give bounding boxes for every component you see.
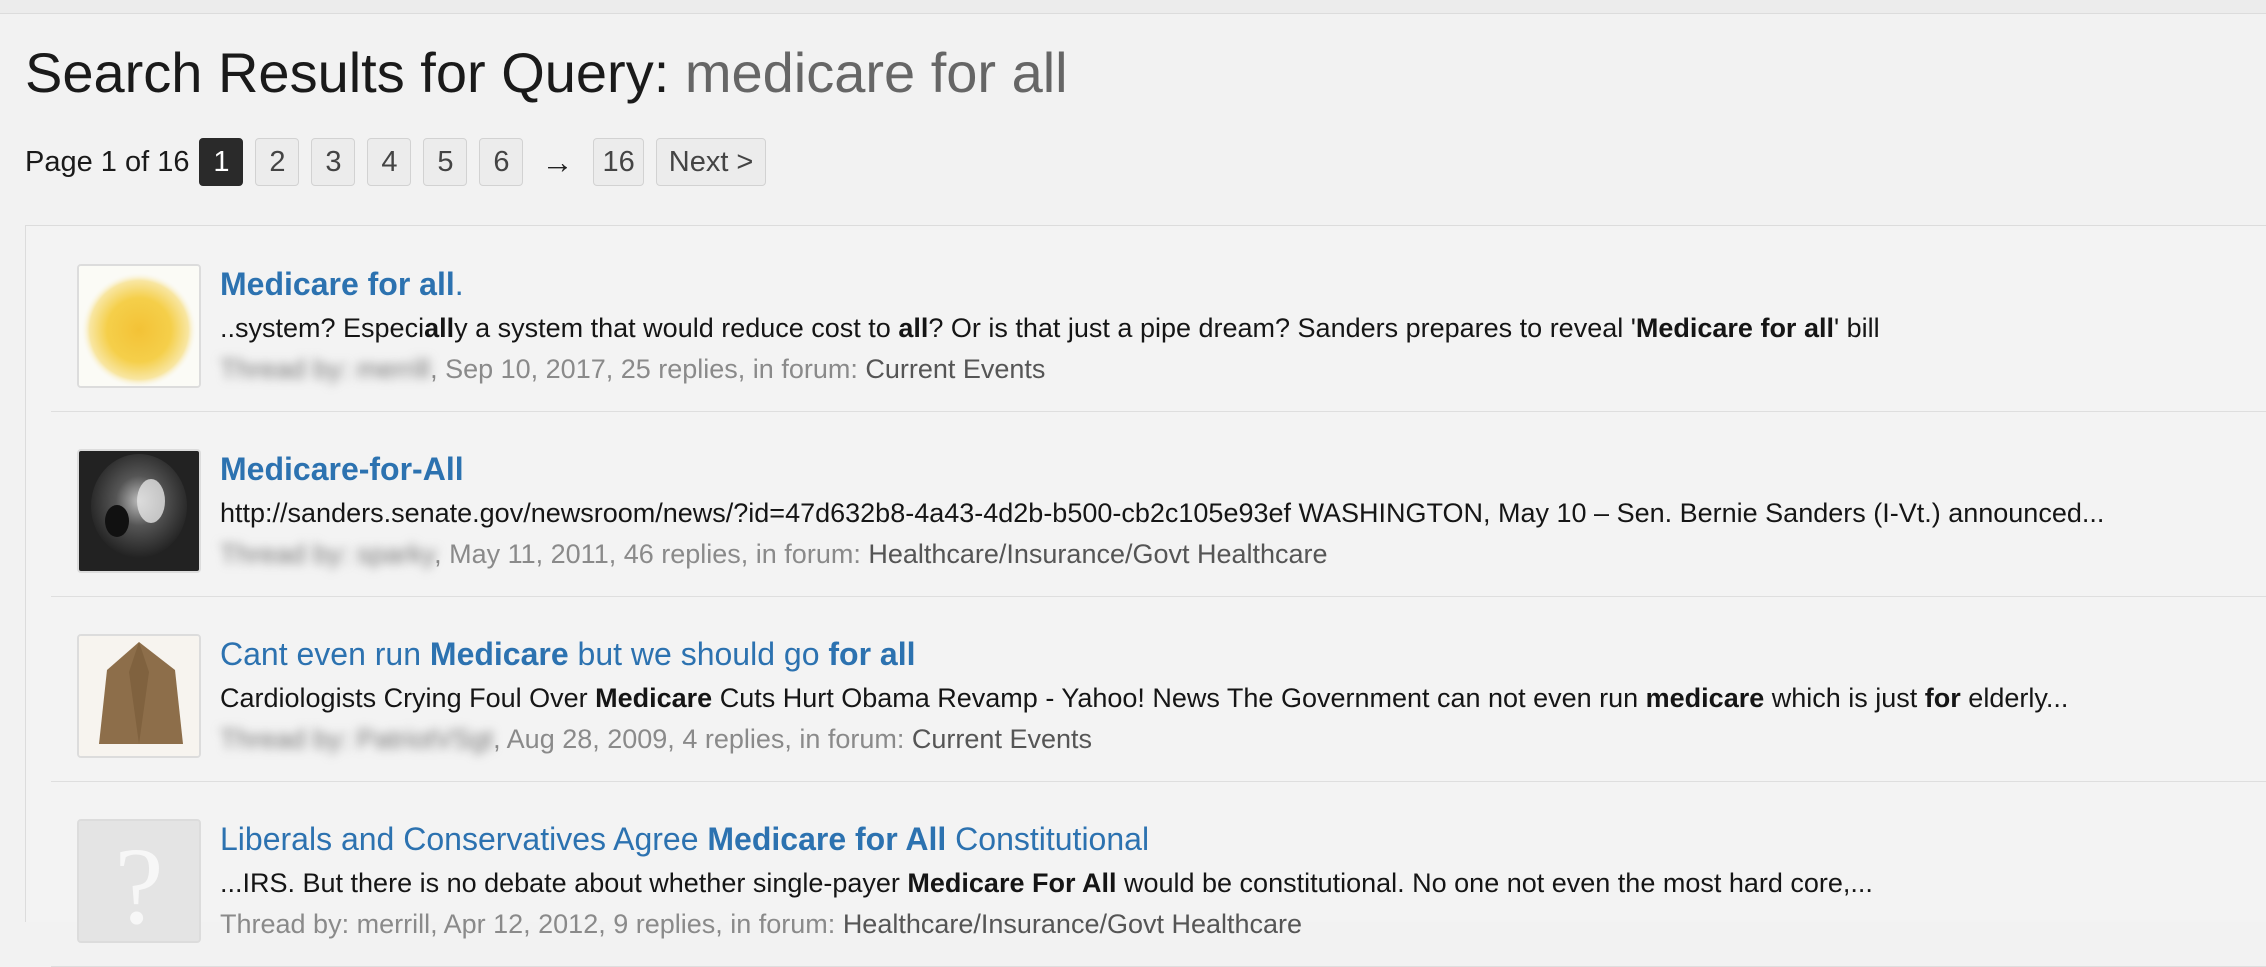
search-query: medicare for all [684, 41, 1068, 104]
page-link-6[interactable]: 6 [479, 138, 524, 186]
snippet-part: http://sanders.senate.gov/newsroom/news/… [220, 498, 2105, 528]
result-item: ? Liberals and Conservatives Agree Medic… [51, 781, 2266, 967]
snippet-part: which is just [1764, 683, 1925, 713]
result-snippet: Cardiologists Crying Foul Over Medicare … [220, 680, 2068, 716]
forum-link[interactable]: Current Events [865, 354, 1045, 384]
result-meta: Thread by: sparky, May 11, 2011, 46 repl… [220, 536, 1328, 572]
title-part: Cant even run [220, 636, 430, 672]
forum-link[interactable]: Current Events [912, 724, 1092, 754]
snippet-part: elderly... [1960, 683, 2069, 713]
result-item: Medicare-for-All http://sanders.senate.g… [51, 411, 2266, 597]
snippet-part: ' bill [1833, 313, 1880, 343]
meta-details: , Sep 10, 2017, 25 replies, in forum: [430, 354, 866, 384]
meta-prefix: Thread by: [220, 724, 357, 754]
author-link[interactable]: sparky [357, 539, 435, 569]
question-mark-icon: ? [115, 825, 164, 941]
snippet-part: all [898, 313, 929, 343]
title-part: Liberals and Conservatives Agree [220, 821, 708, 857]
result-meta: Thread by: PatriotVSgt, Aug 28, 2009, 4 … [220, 721, 1092, 757]
avatar[interactable]: ? [77, 819, 201, 943]
title-part: Medicare for all [220, 266, 455, 302]
author-link[interactable]: PatriotVSgt [357, 724, 494, 754]
meta-prefix: Thread by: [220, 909, 357, 939]
author-link[interactable]: merrill [357, 909, 431, 939]
result-item: Cant even run Medicare but we should go … [51, 596, 2266, 782]
snippet-part: Medicare For All [907, 868, 1117, 898]
snippet-part: Cuts Hurt Obama Revamp - Yahoo! News The… [712, 683, 1646, 713]
snippet-part: ? Or is that just a pipe dream? Sanders … [928, 313, 1636, 343]
snippet-part: for [1924, 683, 1961, 713]
results-list: Medicare for all. ..system? Especially a… [25, 225, 2266, 967]
page-link-2[interactable]: 2 [255, 138, 300, 186]
meta-prefix: Thread by: [220, 354, 357, 384]
snippet-part: Cardiologists Crying Foul Over [220, 683, 596, 713]
title-part: Medicare for All [707, 821, 947, 857]
top-bar [0, 0, 2266, 14]
snippet-part: y a system that would reduce cost to [454, 313, 899, 343]
page-title: Search Results for Query: medicare for a… [25, 40, 1068, 106]
snippet-part: ..system? Especi [220, 313, 425, 343]
result-title-link[interactable]: Medicare-for-All [220, 449, 464, 489]
result-snippet: ..system? Especially a system that would… [220, 310, 1880, 346]
avatar[interactable] [77, 264, 201, 388]
forum-link[interactable]: Healthcare/Insurance/Govt Healthcare [868, 539, 1327, 569]
meta-details: , May 11, 2011, 46 replies, in forum: [434, 539, 869, 569]
result-meta: Thread by: merrill, Apr 12, 2012, 9 repl… [220, 906, 1302, 942]
meta-prefix: Thread by: [220, 539, 357, 569]
snippet-part: Medicare [595, 683, 713, 713]
result-snippet: ...IRS. But there is no debate about whe… [220, 865, 1873, 901]
title-part: for all [828, 636, 916, 672]
page-link-3[interactable]: 3 [311, 138, 356, 186]
pagination: Page 1 of 16 1 2 3 4 5 6 → 16 Next > [25, 137, 778, 187]
meta-details: , Apr 12, 2012, 9 replies, in forum: [430, 909, 843, 939]
forum-link[interactable]: Healthcare/Insurance/Govt Healthcare [843, 909, 1302, 939]
avatar[interactable] [77, 449, 201, 573]
next-page-button[interactable]: Next > [655, 138, 767, 186]
page-link-last[interactable]: 16 [593, 138, 644, 186]
title-part: . [454, 266, 464, 302]
author-link[interactable]: merrill [357, 354, 431, 384]
result-title-link[interactable]: Medicare for all. [220, 264, 464, 304]
skip-arrow-icon: → [541, 143, 574, 180]
snippet-part: medicare [1645, 683, 1765, 713]
meta-details: , Aug 28, 2009, 4 replies, in forum: [493, 724, 912, 754]
snippet-part: all [424, 313, 455, 343]
result-title-link[interactable]: Liberals and Conservatives Agree Medicar… [220, 819, 1149, 859]
title-part: Constitutional [946, 821, 1150, 857]
result-title-link[interactable]: Cant even run Medicare but we should go … [220, 634, 916, 674]
title-prefix: Search Results for Query: [25, 41, 685, 104]
result-item: Medicare for all. ..system? Especially a… [51, 226, 2266, 412]
title-part: Medicare-for-All [220, 451, 464, 487]
avatar[interactable] [77, 634, 201, 758]
title-part: but we should go [568, 636, 829, 672]
page-link-5[interactable]: 5 [423, 138, 468, 186]
page-link-1[interactable]: 1 [199, 138, 244, 186]
page-link-4[interactable]: 4 [367, 138, 412, 186]
page-label: Page 1 of 16 [25, 145, 190, 178]
snippet-part: would be constitutional. No one not even… [1116, 868, 1873, 898]
snippet-part: Medicare for all [1635, 313, 1834, 343]
result-meta: Thread by: merrill, Sep 10, 2017, 25 rep… [220, 351, 1045, 387]
result-snippet: http://sanders.senate.gov/newsroom/news/… [220, 495, 2104, 531]
snippet-part: ...IRS. But there is no debate about whe… [220, 868, 908, 898]
title-part: Medicare [429, 636, 569, 672]
